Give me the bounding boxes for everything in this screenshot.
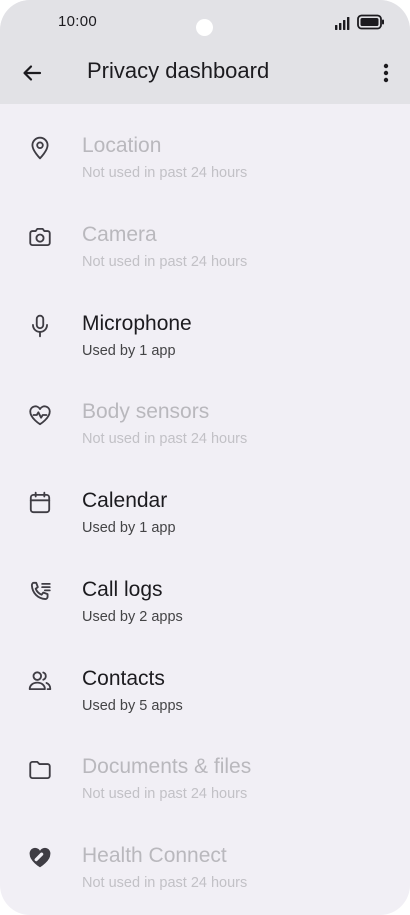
permission-label: Call logs [82, 577, 163, 601]
permission-label: Camera [82, 222, 157, 246]
location-pin-icon [26, 134, 54, 162]
more-options-button[interactable] [372, 57, 400, 89]
permission-usage: Used by 1 app [82, 520, 176, 536]
permission-usage: Used by 1 app [82, 342, 176, 359]
call-log-icon [26, 578, 54, 606]
permission-label: Calendar [82, 489, 168, 512]
permission-usage: Not used in past 24 hours [82, 165, 248, 181]
permission-usage: Not used in past 24 hours [82, 875, 248, 891]
permission-item-location[interactable]: Location Not used in past 24 hours [0, 104, 410, 193]
permission-label: Microphone [82, 311, 192, 335]
microphone-icon [26, 312, 54, 340]
page-title: Privacy dashboard [87, 58, 270, 83]
permission-usage: Used by 5 apps [82, 697, 183, 714]
battery-icon [357, 14, 384, 30]
health-connect-icon [26, 844, 54, 872]
permission-item-documents-files[interactable]: Documents & files Not used in past 24 ho… [0, 725, 410, 814]
permission-item-call-logs[interactable]: Call logs Used by 2 apps [0, 548, 410, 637]
permission-item-microphone[interactable]: Microphone Used by 1 app [0, 282, 410, 371]
permission-item-body-sensors[interactable]: Body sensors Not used in past 24 hours [0, 370, 410, 459]
permission-usage: Used by 2 apps [82, 608, 183, 625]
camera-icon [26, 223, 54, 251]
top-app-bar: 10:00 Privacy dashboard [0, 0, 410, 104]
permission-label: Location [82, 134, 162, 157]
permission-item-calendar[interactable]: Calendar Used by 1 app [0, 459, 410, 548]
contacts-icon [26, 667, 54, 695]
back-button[interactable] [16, 57, 48, 89]
permission-label: Contacts [82, 666, 165, 690]
front-camera [196, 19, 213, 36]
permission-item-health-connect[interactable]: Health Connect Not used in past 24 hours [0, 814, 410, 903]
more-vert-icon [383, 63, 389, 83]
signal-icon [335, 17, 350, 30]
permission-usage: Not used in past 24 hours [82, 253, 248, 270]
folder-icon [26, 756, 54, 784]
permission-usage: Not used in past 24 hours [82, 431, 248, 448]
calendar-icon [26, 489, 54, 517]
arrow-back-icon [23, 65, 42, 81]
permission-list: Location Not used in past 24 hours Camer… [0, 104, 410, 903]
heart-pulse-icon [26, 401, 54, 429]
permission-usage: Not used in past 24 hours [82, 786, 248, 803]
permission-label: Body sensors [82, 400, 210, 424]
permission-item-camera[interactable]: Camera Not used in past 24 hours [0, 193, 410, 282]
phone-screen: 10:00 Privacy dashboard Location Not use… [0, 0, 410, 915]
permission-label: Documents & files [82, 755, 252, 779]
permission-label: Health Connect [82, 844, 227, 867]
permission-item-contacts[interactable]: Contacts Used by 5 apps [0, 637, 410, 726]
status-time: 10:00 [58, 13, 98, 30]
